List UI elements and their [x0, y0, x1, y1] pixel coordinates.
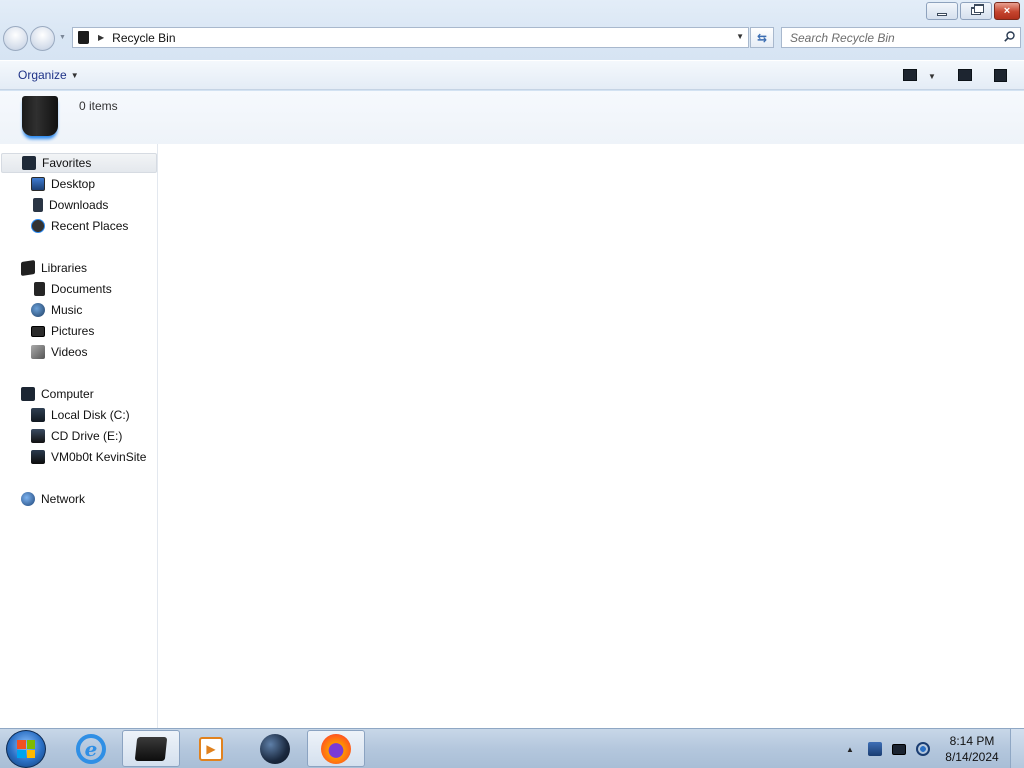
search-box[interactable] — [781, 27, 1021, 48]
action-center-icon[interactable] — [868, 742, 882, 756]
nav-libraries[interactable]: Libraries — [21, 258, 87, 278]
recycle-bin-large-icon — [22, 96, 58, 136]
network-icon — [21, 492, 35, 506]
minimize-icon — [937, 12, 947, 16]
taskbar: e ▶ ▲ 8:14 PM 8/14/2024 — [0, 728, 1024, 768]
chevron-down-icon: ▼ — [70, 70, 79, 80]
nav-documents-label: Documents — [51, 282, 112, 296]
nav-recent-places[interactable]: Recent Places — [31, 216, 128, 236]
recent-places-icon — [31, 219, 45, 233]
nav-pictures[interactable]: Pictures — [31, 321, 94, 341]
taskbar-browser-globe[interactable] — [246, 730, 304, 767]
show-desktop-button[interactable] — [1010, 729, 1024, 768]
local-disk-icon — [31, 408, 45, 422]
file-list-area[interactable] — [159, 144, 1024, 728]
nav-videos[interactable]: Videos — [31, 342, 87, 362]
recent-pages-dropdown-icon[interactable]: ▼ — [59, 34, 66, 41]
organize-button[interactable]: Organize ▼ — [18, 68, 79, 82]
cd-drive-icon — [31, 429, 45, 443]
details-header: 0 items — [0, 91, 1024, 144]
window-frame: × ▼ ▶ Recycle Bin ▼ ⇆ Organize ▼ ▼ — [0, 0, 1024, 92]
restore-button[interactable] — [960, 2, 992, 20]
nav-favorites-label: Favorites — [42, 156, 92, 170]
navigation-pane: Favorites Desktop Downloads Recent Place… — [0, 144, 158, 728]
nav-network[interactable]: Network — [21, 489, 85, 509]
windows-logo-icon — [17, 740, 35, 758]
desktop-icon — [31, 177, 45, 191]
refresh-button[interactable]: ⇆ — [750, 27, 774, 48]
organize-label: Organize — [18, 68, 67, 82]
minimize-button[interactable] — [926, 2, 958, 20]
address-dropdown-icon[interactable]: ▼ — [736, 32, 744, 41]
taskbar-internet-explorer[interactable]: e — [62, 730, 120, 767]
nav-network-drive-label: VM0b0t KevinSite — [51, 450, 147, 464]
windows-explorer-icon — [134, 736, 168, 761]
taskbar-firefox[interactable] — [307, 730, 365, 767]
clock[interactable]: 8:14 PM 8/14/2024 — [942, 733, 1002, 765]
nav-local-disk[interactable]: Local Disk (C:) — [31, 405, 130, 425]
network-status-icon[interactable] — [892, 744, 906, 755]
nav-cd-drive-label: CD Drive (E:) — [51, 429, 123, 443]
nav-downloads[interactable]: Downloads — [33, 195, 108, 215]
refresh-icon: ⇆ — [756, 30, 768, 45]
nav-network-drive[interactable]: VM0b0t KevinSite — [31, 447, 146, 467]
nav-computer-label: Computer — [41, 387, 94, 401]
preview-pane-icon[interactable] — [958, 69, 972, 81]
forward-button[interactable] — [30, 26, 55, 51]
nav-desktop[interactable]: Desktop — [31, 174, 95, 194]
browser-globe-icon — [260, 733, 290, 764]
search-icon[interactable] — [1004, 31, 1015, 42]
nav-documents[interactable]: Documents — [34, 279, 112, 299]
nav-network-label: Network — [41, 492, 86, 506]
views-dropdown-icon[interactable]: ▼ — [928, 72, 936, 81]
nav-music[interactable]: Music — [31, 300, 82, 320]
downloads-icon — [33, 198, 43, 212]
help-icon[interactable] — [994, 69, 1007, 82]
internet-explorer-icon: e — [76, 733, 106, 764]
clock-time: 8:14 PM — [949, 734, 995, 748]
documents-icon — [34, 282, 45, 296]
firefox-icon — [321, 733, 351, 764]
caption-buttons: × — [926, 2, 1020, 20]
breadcrumb-recycle-bin[interactable]: Recycle Bin — [112, 31, 175, 45]
clock-date: 8/14/2024 — [945, 750, 999, 764]
media-player-icon: ▶ — [199, 736, 223, 761]
start-button[interactable] — [6, 730, 46, 768]
nav-desktop-label: Desktop — [51, 177, 96, 191]
network-drive-icon — [31, 450, 45, 464]
taskbar-windows-explorer[interactable] — [122, 730, 180, 767]
nav-computer[interactable]: Computer — [21, 384, 94, 404]
computer-icon — [21, 387, 35, 401]
item-count: 0 items — [79, 99, 118, 113]
nav-downloads-label: Downloads — [49, 198, 109, 212]
nav-recent-places-label: Recent Places — [51, 219, 129, 233]
views-icon[interactable] — [903, 69, 917, 81]
pictures-icon — [31, 325, 45, 337]
nav-favorites[interactable]: Favorites — [1, 153, 157, 173]
nav-pictures-label: Pictures — [51, 324, 95, 338]
system-tray: ▲ 8:14 PM 8/14/2024 — [842, 729, 1024, 768]
restore-icon — [971, 4, 984, 15]
show-hidden-icons-icon[interactable]: ▲ — [846, 745, 854, 754]
close-icon: × — [1003, 4, 1011, 17]
close-button[interactable]: × — [994, 2, 1020, 20]
breadcrumb-chevron-icon[interactable]: ▶ — [98, 33, 104, 42]
nav-cd-drive[interactable]: CD Drive (E:) — [31, 426, 122, 446]
nav-libraries-label: Libraries — [41, 261, 88, 275]
nav-videos-label: Videos — [51, 345, 88, 359]
command-bar: Organize ▼ ▼ — [0, 60, 1024, 90]
recycle-bin-icon — [78, 31, 89, 44]
videos-icon — [31, 345, 45, 359]
music-icon — [31, 303, 45, 317]
search-input[interactable] — [790, 30, 990, 45]
address-bar[interactable]: ▶ Recycle Bin ▼ — [72, 27, 749, 48]
favorites-icon — [22, 156, 36, 170]
volume-icon[interactable] — [916, 742, 930, 756]
nav-music-label: Music — [51, 303, 83, 317]
nav-local-disk-label: Local Disk (C:) — [51, 408, 130, 422]
libraries-icon — [21, 260, 35, 276]
taskbar-media-player[interactable]: ▶ — [182, 730, 240, 767]
back-button[interactable] — [3, 26, 28, 51]
navigation-row: ▼ ▶ Recycle Bin ▼ ⇆ — [0, 25, 1024, 51]
